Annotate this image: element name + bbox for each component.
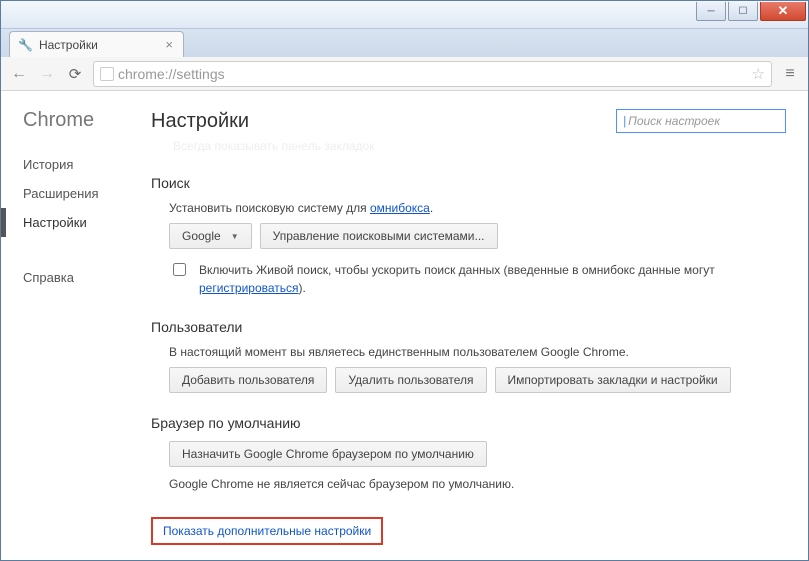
instant-register-link[interactable]: регистрироваться (199, 281, 299, 295)
window-maximize-button[interactable]: ☐ (728, 2, 758, 21)
wrench-icon: 🔧 (18, 38, 33, 52)
section-default-title: Браузер по умолчанию (151, 415, 786, 431)
instant-search-label: Включить Живой поиск, чтобы ускорить пои… (199, 261, 786, 297)
bookmark-star-icon[interactable]: ☆ (752, 65, 765, 83)
show-advanced-highlight: Показать дополнительные настройки (151, 517, 383, 545)
window-titlebar: ─ ☐ ✕ (1, 1, 808, 29)
sidebar-brand: Chrome (1, 109, 151, 150)
default-browser-status: Google Chrome не является сейчас браузер… (169, 477, 786, 491)
section-search-title: Поиск (151, 175, 786, 191)
add-user-button[interactable]: Добавить пользователя (169, 367, 327, 393)
omnibox-url: chrome://settings (118, 66, 225, 82)
show-advanced-link[interactable]: Показать дополнительные настройки (163, 524, 371, 538)
delete-user-button[interactable]: Удалить пользователя (335, 367, 486, 393)
section-users-title: Пользователи (151, 319, 786, 335)
faded-bookmark-bar-option: Всегда показывать панель закладок (151, 137, 786, 153)
chrome-menu-button[interactable]: ≡ (780, 65, 800, 83)
omnibox[interactable]: chrome://settings ☆ (93, 61, 772, 87)
forward-button[interactable]: → (37, 65, 57, 83)
section-users: Пользователи В настоящий момент вы являе… (151, 319, 786, 393)
sidebar: Chrome История Расширения Настройки Спра… (1, 91, 151, 560)
instant-search-checkbox[interactable] (173, 263, 186, 276)
sidebar-item-settings[interactable]: Настройки (1, 208, 151, 237)
settings-search-input[interactable]: |Поиск настроек (616, 109, 786, 133)
tab-settings[interactable]: 🔧 Настройки × (9, 31, 184, 57)
set-default-browser-button[interactable]: Назначить Google Chrome браузером по умо… (169, 441, 487, 467)
tab-strip: 🔧 Настройки × (1, 29, 808, 57)
window-minimize-button[interactable]: ─ (696, 2, 726, 21)
back-button[interactable]: ← (9, 65, 29, 83)
window-close-button[interactable]: ✕ (760, 2, 806, 21)
tab-close-icon[interactable]: × (165, 37, 173, 52)
manage-search-engines-button[interactable]: Управление поисковыми системами... (260, 223, 498, 249)
page-title: Настройки (151, 110, 249, 133)
content-area: Chrome История Расширения Настройки Спра… (1, 91, 808, 560)
section-default-browser: Браузер по умолчанию Назначить Google Ch… (151, 415, 786, 491)
sidebar-item-history[interactable]: История (1, 150, 151, 179)
page-icon (100, 67, 114, 81)
sidebar-item-extensions[interactable]: Расширения (1, 179, 151, 208)
reload-button[interactable]: ⟳ (65, 65, 85, 83)
search-engine-dropdown[interactable]: Google (169, 223, 252, 249)
sidebar-item-help[interactable]: Справка (1, 263, 151, 292)
users-desc: В настоящий момент вы являетесь единстве… (169, 345, 786, 359)
omnibox-link[interactable]: омнибокса (370, 201, 430, 215)
search-desc: Установить поисковую систему для омнибок… (169, 201, 786, 215)
browser-toolbar: ← → ⟳ chrome://settings ☆ ≡ (1, 57, 808, 91)
import-bookmarks-button[interactable]: Импортировать закладки и настройки (495, 367, 731, 393)
main-panel: Настройки |Поиск настроек Всегда показыв… (151, 91, 808, 560)
tab-title: Настройки (39, 38, 98, 52)
section-search: Поиск Установить поисковую систему для о… (151, 175, 786, 297)
